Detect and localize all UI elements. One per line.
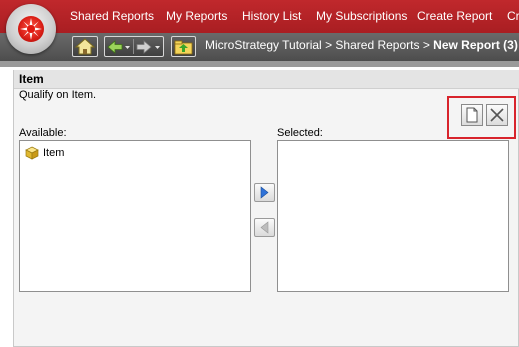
remove-button[interactable] — [486, 104, 508, 126]
back-forward-icon — [107, 39, 160, 54]
panel-title: Item — [19, 72, 44, 86]
home-button[interactable] — [72, 36, 98, 57]
new-button[interactable] — [461, 104, 483, 126]
nav-my-subscriptions[interactable]: My Subscriptions — [316, 9, 407, 25]
breadcrumb-project[interactable]: MicroStrategy Tutorial — [205, 38, 322, 52]
breadcrumb-separator: > — [422, 38, 430, 52]
header-separator — [0, 61, 519, 67]
forward-arrow-icon — [136, 40, 160, 54]
available-list[interactable] — [19, 140, 251, 292]
breadcrumb-current: New Report (3) — [433, 38, 518, 52]
list-item[interactable]: Item — [25, 145, 64, 161]
up-folder-icon — [174, 40, 193, 55]
panel-header — [14, 70, 519, 89]
panel-subtitle: Qualify on Item. — [19, 89, 97, 101]
add-arrow-icon — [260, 186, 269, 199]
history-nav-group — [104, 36, 164, 57]
nav-my-reports[interactable]: My Reports — [166, 9, 227, 25]
selected-list[interactable] — [277, 140, 509, 292]
home-icon — [74, 38, 96, 55]
breadcrumb-separator: > — [325, 38, 333, 52]
nav-create-truncated[interactable]: Cr — [507, 9, 519, 25]
close-icon — [490, 108, 504, 122]
nav-shared-reports[interactable]: Shared Reports — [70, 9, 154, 25]
remove-arrow-button[interactable] — [254, 218, 275, 237]
up-folder-button[interactable] — [171, 36, 196, 57]
nav-history-list[interactable]: History List — [242, 9, 301, 25]
add-button[interactable] — [254, 183, 275, 202]
attribute-cube-icon — [25, 146, 39, 160]
breadcrumb-shared-reports[interactable]: Shared Reports — [335, 38, 419, 52]
microstrategy-logo-icon[interactable] — [6, 4, 56, 54]
nav-create-report[interactable]: Create Report — [417, 9, 492, 25]
breadcrumb: MicroStrategy Tutorial > Shared Reports … — [205, 38, 518, 52]
remove-arrow-icon — [260, 221, 269, 234]
available-label: Available: — [19, 127, 67, 139]
selected-label: Selected: — [277, 127, 323, 139]
new-page-icon — [466, 107, 478, 123]
back-arrow-icon — [107, 40, 130, 54]
list-item-label: Item — [43, 147, 65, 159]
